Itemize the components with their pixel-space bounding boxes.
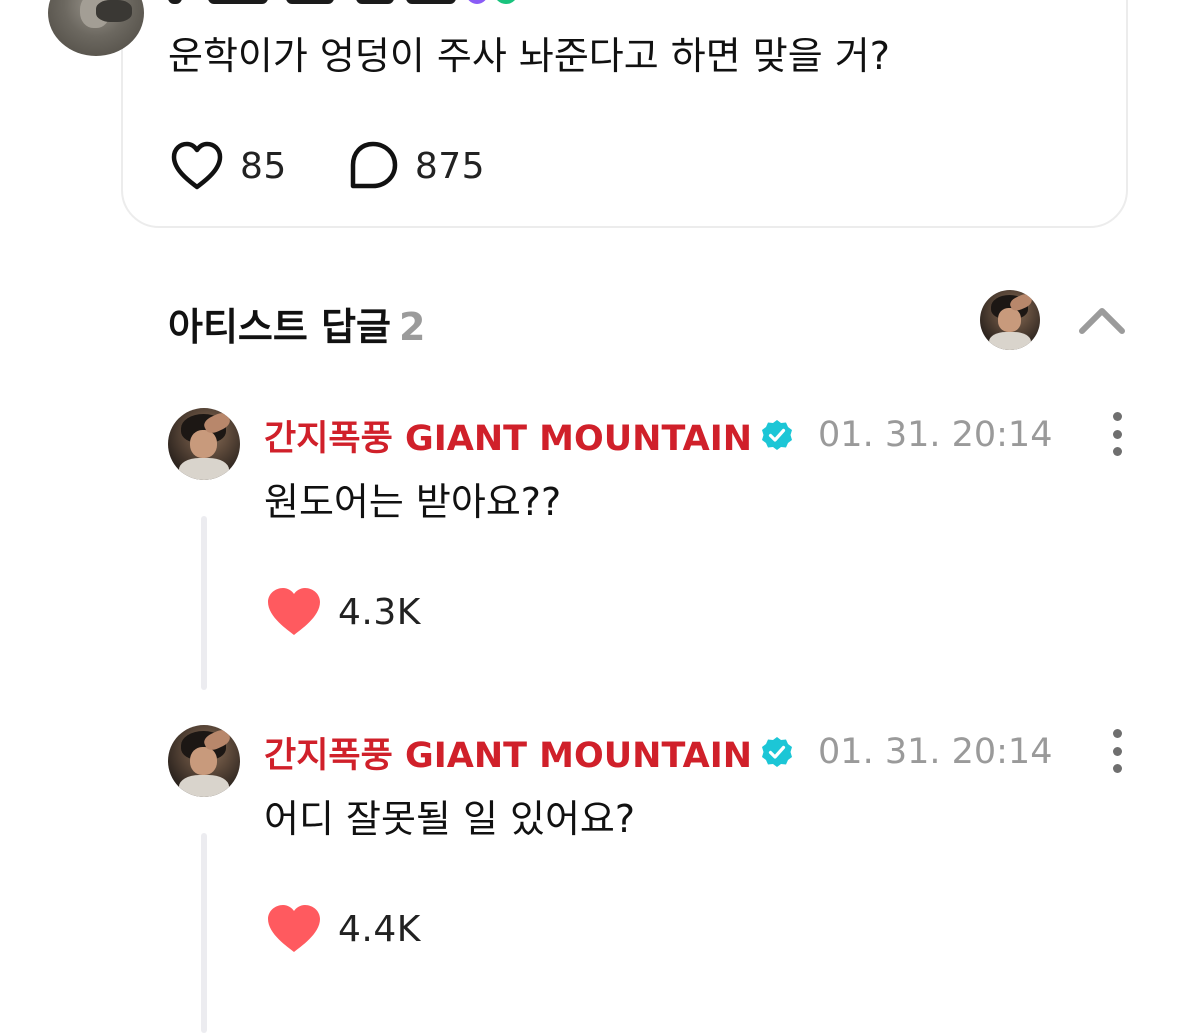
- reply-author-name[interactable]: 간지폭풍 GIANT MOUNTAIN: [264, 410, 752, 461]
- reply-meta: 간지폭풍 GIANT MOUNTAIN 01. 31. 20:14: [264, 410, 1052, 460]
- reply-author-avatar[interactable]: [168, 408, 240, 480]
- post-text: 운학이가 엉덩이 주사 놔준다고 하면 맞을 거?: [168, 34, 890, 78]
- post-like-button[interactable]: 85: [170, 141, 287, 191]
- verified-badge-icon: [760, 418, 794, 452]
- post-comment-count: 875: [414, 145, 486, 187]
- reply-item: 간지폭풍 GIANT MOUNTAIN 01. 31. 20:14 어디 잘못될…: [168, 725, 1128, 1033]
- reply-timestamp: 01. 31. 20:14: [818, 732, 1053, 772]
- thread-line: [201, 833, 207, 1033]
- badge-icon: [466, 0, 488, 4]
- reply-text: 어디 잘못될 일 있어요?: [264, 797, 636, 841]
- post-header-cutoff: [168, 0, 1068, 4]
- more-vertical-icon[interactable]: [1102, 412, 1132, 456]
- artist-replies-header: 아티스트 답글 2: [168, 290, 1128, 352]
- reply-like-button[interactable]: 4.3K: [266, 584, 421, 640]
- post-comment-button[interactable]: 875: [347, 140, 485, 192]
- artist-replies-label: 아티스트 답글: [168, 305, 391, 349]
- post-actions: 85 875: [170, 138, 545, 194]
- heart-filled-icon: [268, 905, 320, 952]
- thread-line: [201, 516, 207, 690]
- reply-meta: 간지폭풍 GIANT MOUNTAIN 01. 31. 20:14: [264, 727, 1052, 777]
- chevron-up-icon: [1079, 308, 1125, 334]
- reply-author-name[interactable]: 간지폭풍 GIANT MOUNTAIN: [264, 727, 752, 778]
- reply-item: 간지폭풍 GIANT MOUNTAIN 01. 31. 20:14 원도어는 받…: [168, 408, 1128, 698]
- more-vertical-icon[interactable]: [1102, 729, 1132, 773]
- reply-timestamp: 01. 31. 20:14: [818, 415, 1053, 455]
- collapse-replies-button[interactable]: [1074, 300, 1130, 340]
- reply-like-button[interactable]: 4.4K: [266, 901, 421, 957]
- artist-avatar[interactable]: [980, 290, 1040, 350]
- heart-filled-icon: [268, 588, 320, 635]
- verified-badge-icon: [760, 735, 794, 769]
- reply-like-count: 4.3K: [338, 591, 421, 633]
- reply-like-count: 4.4K: [338, 908, 421, 950]
- reply-author-avatar[interactable]: [168, 725, 240, 797]
- post-like-count: 85: [240, 145, 287, 187]
- heart-outline-icon: [171, 141, 223, 190]
- speech-bubble-icon: [350, 141, 398, 189]
- artist-replies-title: 아티스트 답글 2: [168, 296, 425, 351]
- reply-text: 원도어는 받아요??: [264, 480, 562, 524]
- badge-icon: [494, 0, 518, 4]
- artist-replies-count: 2: [399, 305, 426, 349]
